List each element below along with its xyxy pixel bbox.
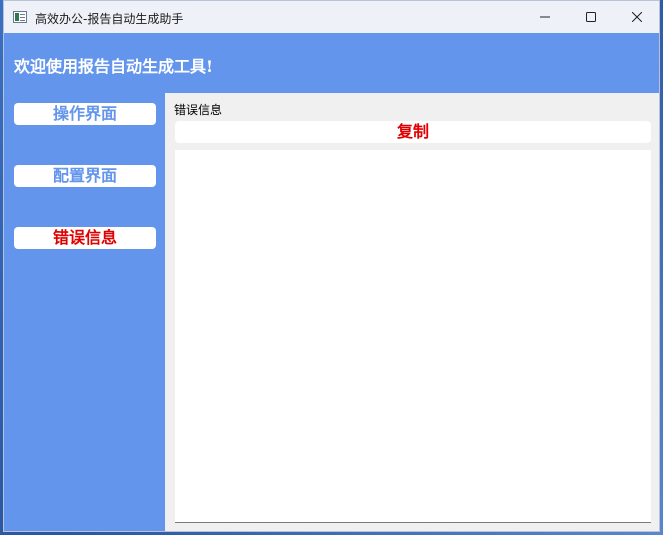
maximize-icon (586, 12, 596, 22)
sidebar-item-error-info[interactable]: 错误信息 (14, 227, 156, 249)
sidebar: 操作界面 配置界面 错误信息 (4, 93, 165, 531)
title-bar[interactable]: 高效办公-报告自动生成助手 (4, 1, 659, 33)
sidebar-item-config[interactable]: 配置界面 (14, 165, 156, 187)
minimize-icon (540, 16, 550, 18)
sidebar-item-operation[interactable]: 操作界面 (14, 103, 156, 125)
main-content: 错误信息 复制 (165, 93, 659, 531)
close-button[interactable] (614, 1, 659, 33)
app-window: 高效办公-报告自动生成助手 欢迎使用报告自动生成工具! 操作界面 配置界面 错误… (3, 0, 660, 532)
error-text-area[interactable] (175, 150, 651, 523)
section-label: 错误信息 (174, 103, 223, 117)
window-title: 高效办公-报告自动生成助手 (35, 12, 184, 26)
header-banner: 欢迎使用报告自动生成工具! (4, 33, 659, 93)
app-icon (13, 11, 27, 23)
maximize-button[interactable] (568, 1, 614, 33)
header-title: 欢迎使用报告自动生成工具! (14, 57, 214, 76)
copy-button[interactable]: 复制 (175, 121, 651, 143)
minimize-button[interactable] (522, 1, 568, 33)
close-icon (632, 12, 642, 22)
